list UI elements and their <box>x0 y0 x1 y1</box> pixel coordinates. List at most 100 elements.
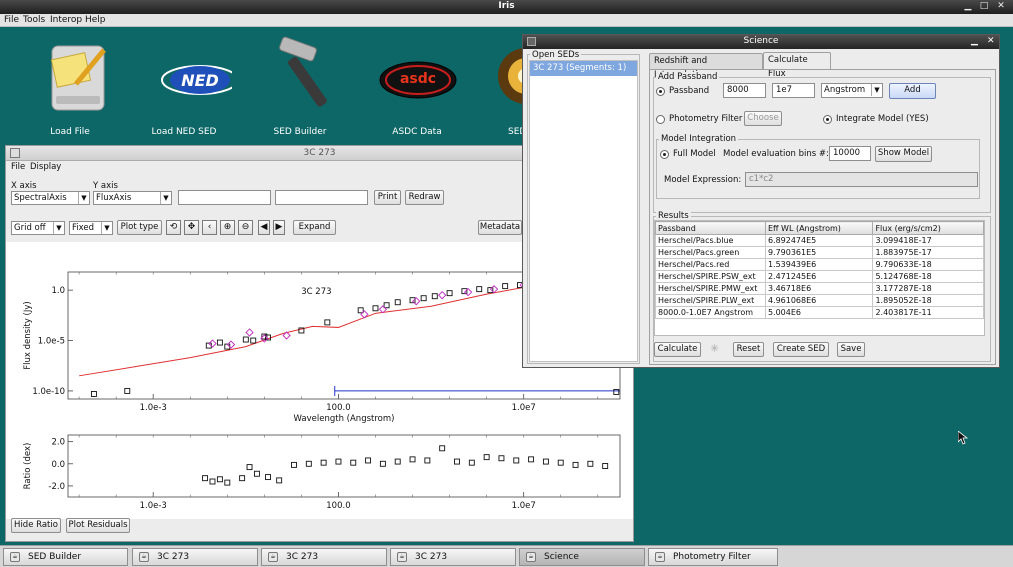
cell-passband: Herschel/SPIRE.PSW_ext <box>655 270 766 283</box>
metadata-button[interactable]: Metadata <box>478 220 522 235</box>
plot-type-button[interactable]: Plot type <box>117 220 162 235</box>
results-header-row: Passband Eff WL (Angstrom) Flux (erg/s/c… <box>655 221 984 235</box>
x-axis-select[interactable]: SpectralAxis ▼ <box>11 191 90 205</box>
choose-button[interactable]: Choose <box>744 111 782 126</box>
menu-file[interactable]: File <box>4 15 19 25</box>
minimize-icon[interactable]: ▁ <box>971 36 978 46</box>
desktop-label-load-file: Load File <box>50 127 90 137</box>
sed-menu-file[interactable]: File <box>11 162 25 172</box>
calculate-button[interactable]: Calculate <box>654 342 701 357</box>
column-header-eff-wl[interactable]: Eff WL (Angstrom) <box>764 221 874 235</box>
y-tick-label: 2.0 <box>51 438 65 448</box>
plot-residuals-button[interactable]: Plot Residuals <box>66 518 130 533</box>
grid-select[interactable]: Grid off ▼ <box>11 221 65 235</box>
passband-radio[interactable] <box>656 87 665 96</box>
model-bins-label: Model evaluation bins #: <box>723 149 829 159</box>
task-science[interactable]: ☕ Science <box>519 548 645 566</box>
y-tick-label: 1.0e-5 <box>38 337 65 347</box>
recenter-icon[interactable]: ✥ <box>184 220 199 235</box>
zoom-fit-icon[interactable]: ⟲ <box>166 220 181 235</box>
full-model-radio[interactable] <box>660 150 669 159</box>
asdc-badge: asdc <box>400 71 436 87</box>
y-axis-value: FluxAxis <box>96 193 132 203</box>
photometry-filter-radio[interactable] <box>656 115 665 124</box>
task-3c273-3[interactable]: ☕ 3C 273 <box>390 548 516 566</box>
sed-list-item[interactable]: 3C 273 (Segments: 1) <box>530 61 637 76</box>
redraw-button[interactable]: Redraw <box>405 190 444 205</box>
desktop-asdc[interactable]: asdc ASDC Data <box>369 36 465 140</box>
add-passband-label: Add Passband <box>656 72 720 82</box>
results-row[interactable]: 8000.0-1.0E7 Angstrom 5.004E6 2.403817E-11 <box>655 306 984 319</box>
java-app-icon: ☕ <box>139 552 149 562</box>
expand-button[interactable]: Expand <box>293 220 336 235</box>
results-row[interactable]: Herschel/SPIRE.PSW_ext 2.471245E6 5.124768… <box>655 270 984 283</box>
minimize-icon[interactable]: ▁ <box>962 1 974 12</box>
results-row[interactable]: Herschel/SPIRE.PLW_ext 4.961068E6 1.895052… <box>655 294 984 307</box>
x-tick-label: 1.0e-3 <box>140 403 167 413</box>
menu-help[interactable]: Help <box>85 15 106 25</box>
show-model-button[interactable]: Show Model <box>875 146 932 162</box>
model-bins-input[interactable]: 10000 <box>829 146 871 161</box>
menu-tools[interactable]: Tools <box>23 15 45 25</box>
science-window-titlebar[interactable]: Science ▁ ✕ <box>523 35 999 49</box>
cell-passband: Herschel/Pacs.red <box>655 258 766 271</box>
grid-value: Grid off <box>14 223 46 233</box>
prev-icon[interactable]: ◀ <box>258 220 270 235</box>
x-tick-label: 1.0e7 <box>512 403 536 413</box>
add-button[interactable]: Add <box>889 83 936 99</box>
task-3c273-1[interactable]: ☕ 3C 273 <box>132 548 258 566</box>
task-photometry-filter[interactable]: ☕ Photometry Filter Selector <box>648 548 778 566</box>
pan-icon[interactable]: ‹ <box>202 220 217 235</box>
print-button[interactable]: Print <box>374 190 401 205</box>
task-sed-builder[interactable]: ☕ SED Builder <box>3 548 128 566</box>
menu-interop[interactable]: Interop <box>50 15 82 25</box>
reset-button[interactable]: Reset <box>733 342 764 357</box>
y-axis-select[interactable]: FluxAxis ▼ <box>93 191 172 205</box>
desktop-load-ned[interactable]: NED Load NED SED <box>136 36 232 140</box>
x-expression-input[interactable] <box>178 190 271 205</box>
cell-flux: 2.403817E-11 <box>872 306 984 319</box>
model-expression-input[interactable]: c1*c2 <box>745 172 978 187</box>
task-3c273-2[interactable]: ☕ 3C 273 <box>261 548 387 566</box>
unit-select[interactable]: Angstrom ▼ <box>821 83 883 98</box>
full-model-label: Full Model <box>673 149 716 159</box>
results-row[interactable]: Herschel/Pacs.red 1.539439E6 9.790633E-18 <box>655 258 984 271</box>
passband-min-input[interactable]: 8000 <box>723 83 766 98</box>
cell-eff-wl: 4.961068E6 <box>764 294 874 307</box>
close-icon[interactable]: ✕ <box>987 36 995 46</box>
cell-passband: Herschel/Pacs.green <box>655 246 766 259</box>
desktop-label-load-ned: Load NED SED <box>151 127 217 137</box>
results-row[interactable]: Herschel/SPIRE.PMW_ext 3.46718E6 3.177287E… <box>655 282 984 295</box>
desktop-label-sed-builder: SED Builder <box>273 127 327 137</box>
results-row[interactable]: Herschel/Pacs.blue 6.892474E5 3.099418E-17 <box>655 234 984 247</box>
results-row[interactable]: Herschel/Pacs.green 9.790361E5 1.883975E-1… <box>655 246 984 259</box>
ned-icon: NED <box>161 65 232 95</box>
column-header-flux[interactable]: Flux (erg/s/cm2) <box>872 221 984 235</box>
integrate-model-label: Integrate Model (YES) <box>836 114 929 124</box>
maximize-icon[interactable]: □ <box>978 1 990 12</box>
close-icon[interactable]: ✕ <box>995 1 1007 12</box>
column-header-passband[interactable]: Passband <box>655 221 766 235</box>
sed-list[interactable]: 3C 273 (Segments: 1) <box>529 60 638 362</box>
create-sed-button[interactable]: Create SED <box>773 342 829 357</box>
main-titlebar: Iris ▁ □ ✕ <box>0 0 1013 14</box>
sed-menu-display[interactable]: Display <box>30 162 61 172</box>
tab-calculate-flux[interactable]: Calculate Flux <box>763 52 831 79</box>
cell-flux: 1.895052E-18 <box>872 294 984 307</box>
tab-redshift[interactable]: Redshift and Interpolation <box>649 53 763 80</box>
cell-eff-wl: 3.46718E6 <box>764 282 874 295</box>
save-button[interactable]: Save <box>837 342 865 357</box>
fixed-select[interactable]: Fixed ▼ <box>69 221 113 235</box>
desktop-load-file[interactable]: Load File <box>22 36 118 140</box>
hide-ratio-button[interactable]: Hide Ratio <box>11 518 61 533</box>
next-icon[interactable]: ▶ <box>273 220 285 235</box>
passband-max-input[interactable]: 1e7 <box>772 83 815 98</box>
desktop-sed-builder[interactable]: SED Builder <box>252 36 348 140</box>
hammer-icon <box>279 36 327 107</box>
zoom-out-icon[interactable]: ⊖ <box>238 220 253 235</box>
y-expression-input[interactable] <box>275 190 368 205</box>
task-label: Science <box>544 552 579 562</box>
integrate-model-radio[interactable] <box>823 115 832 124</box>
zoom-in-icon[interactable]: ⊕ <box>220 220 235 235</box>
results-table[interactable]: Passband Eff WL (Angstrom) Flux (erg/s/c… <box>655 221 984 319</box>
